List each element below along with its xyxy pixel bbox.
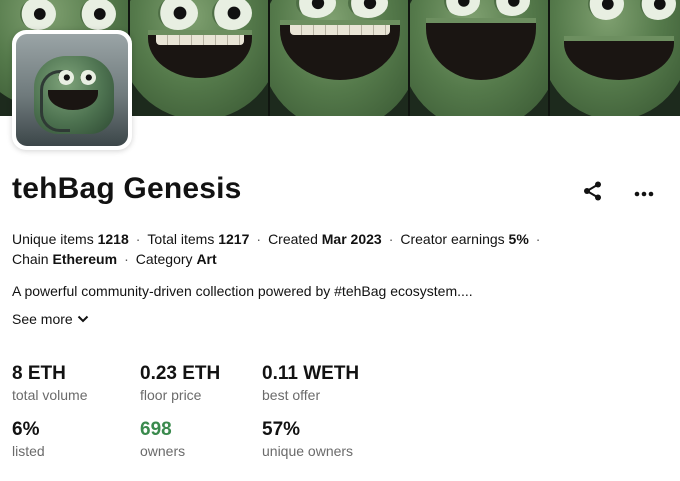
share-button[interactable] bbox=[582, 180, 604, 202]
collection-meta: Unique items 1218 · Total items 1217 · Creat… bbox=[12, 229, 662, 269]
stat-value: 8 ETH bbox=[12, 363, 66, 384]
stat-best-offer[interactable]: 0.11 WETH best offer bbox=[262, 362, 359, 404]
meta-category: Category Art bbox=[135, 251, 217, 267]
share-icon bbox=[584, 181, 601, 201]
chevron-down-icon bbox=[77, 315, 88, 323]
more-options-icon bbox=[634, 191, 654, 197]
stat-floor-price[interactable]: 0.23 ETH floor price bbox=[140, 362, 220, 404]
avatar-image bbox=[16, 34, 128, 146]
stat-value: 0.11 WETH bbox=[262, 363, 360, 384]
stat-owners[interactable]: 698 owners bbox=[140, 418, 185, 460]
meta-separator: · bbox=[256, 231, 262, 247]
stat-label: best offer bbox=[262, 387, 321, 403]
stat-unique-owners[interactable]: 57% unique owners bbox=[262, 418, 353, 460]
stat-label: total volume bbox=[12, 387, 88, 403]
stat-total-volume[interactable]: 8 ETH total volume bbox=[12, 362, 87, 404]
banner-image-3 bbox=[270, 0, 410, 116]
stat-label: listed bbox=[12, 443, 45, 459]
banner-image-4 bbox=[410, 0, 550, 116]
collection-title: tehBag Genesis bbox=[12, 172, 242, 205]
stat-value: 57% bbox=[262, 419, 301, 440]
stat-listed[interactable]: 6% listed bbox=[12, 418, 45, 460]
banner-image-2 bbox=[130, 0, 270, 116]
meta-unique-items: Unique items 1218 bbox=[12, 231, 129, 247]
stat-label: unique owners bbox=[262, 443, 354, 459]
stat-label: owners bbox=[140, 443, 186, 459]
banner-image-5 bbox=[550, 0, 680, 116]
meta-creator-earnings: Creator earnings 5% bbox=[400, 231, 529, 247]
stat-label: floor price bbox=[140, 387, 202, 403]
stat-value: 698 bbox=[140, 419, 172, 440]
stat-value: 6% bbox=[12, 419, 40, 440]
meta-separator: · bbox=[124, 251, 129, 267]
meta-separator: · bbox=[535, 231, 541, 247]
collection-description: A powerful community-driven collection p… bbox=[12, 283, 473, 299]
see-more-label: See more bbox=[12, 311, 73, 327]
see-more-button[interactable]: See more bbox=[12, 309, 89, 329]
stat-value: 0.23 ETH bbox=[140, 363, 221, 384]
meta-chain: Chain Ethereum bbox=[12, 251, 118, 267]
meta-separator: · bbox=[135, 231, 141, 247]
meta-created: Created Mar 2023 bbox=[268, 231, 382, 247]
meta-separator: · bbox=[388, 231, 394, 247]
collection-avatar bbox=[12, 30, 132, 150]
meta-total-items: Total items 1217 bbox=[147, 231, 250, 247]
more-options-button[interactable] bbox=[634, 186, 654, 197]
